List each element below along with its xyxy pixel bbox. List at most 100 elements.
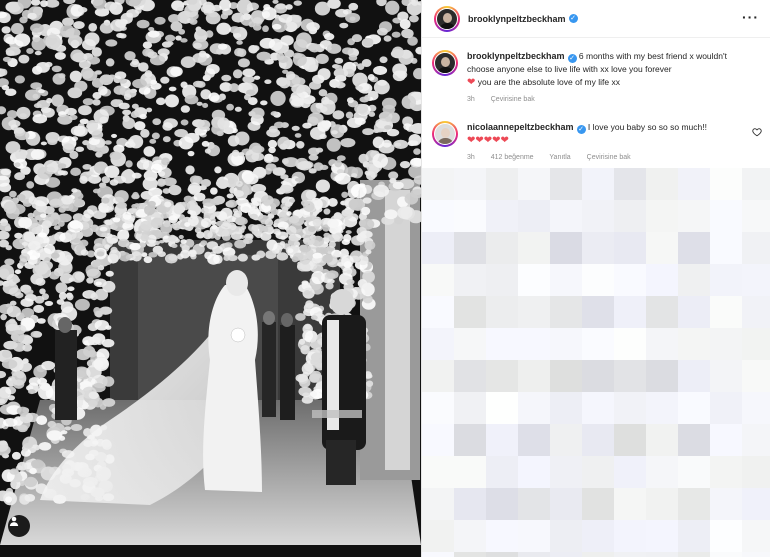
- blurred-cell: [422, 296, 454, 328]
- verified-badge-icon: ✓: [567, 54, 577, 63]
- blurred-cell: [678, 296, 710, 328]
- wedding-photo-image: [0, 0, 421, 557]
- blurred-cell: [454, 264, 486, 296]
- red-heart-icon: ❤: [467, 77, 476, 88]
- blurred-cell: [518, 232, 550, 264]
- blurred-cell: [582, 552, 614, 557]
- blurred-cell: [454, 392, 486, 424]
- blurred-cell: [422, 232, 454, 264]
- blurred-cell: [486, 424, 518, 456]
- blurred-cell: [742, 168, 770, 200]
- blurred-cell: [422, 328, 454, 360]
- blurred-cell: [678, 264, 710, 296]
- blurred-cell: [710, 552, 742, 557]
- blurred-cell: [678, 328, 710, 360]
- verified-badge-icon: ✓: [576, 125, 586, 134]
- blurred-cell: [454, 232, 486, 264]
- blurred-cell: [518, 168, 550, 200]
- blurred-cell: [486, 328, 518, 360]
- blurred-cell: [422, 264, 454, 296]
- blurred-cell: [454, 168, 486, 200]
- blurred-cell: [710, 392, 742, 424]
- caption-avatar[interactable]: [432, 50, 458, 76]
- blurred-cell: [486, 520, 518, 552]
- blurred-cell: [422, 520, 454, 552]
- blurred-cell: [486, 552, 518, 557]
- post-side-panel: brooklynpeltzbeckham ✓ ··· brooklynpeltz…: [421, 0, 770, 557]
- reply-likes-count[interactable]: 412 beğenme: [491, 154, 534, 161]
- blurred-cell: [646, 360, 678, 392]
- blurred-cell: [646, 232, 678, 264]
- blurred-cell: [550, 392, 582, 424]
- blurred-cell: [646, 200, 678, 232]
- blurred-cell: [742, 456, 770, 488]
- heart-outline-icon[interactable]: [752, 127, 762, 137]
- caption-username[interactable]: brooklynpeltzbeckham: [467, 51, 565, 61]
- blurred-cell: [486, 296, 518, 328]
- blurred-cell: [710, 360, 742, 392]
- reply-time[interactable]: 3h: [467, 154, 475, 161]
- blurred-cell: [582, 264, 614, 296]
- blurred-cell: [614, 360, 646, 392]
- blurred-cell: [582, 232, 614, 264]
- blurred-cell: [518, 264, 550, 296]
- blurred-cell: [614, 232, 646, 264]
- caption-time[interactable]: 3h: [467, 96, 475, 103]
- blurred-cell: [646, 168, 678, 200]
- blurred-cell: [550, 456, 582, 488]
- blurred-cell: [550, 424, 582, 456]
- blurred-cell: [742, 392, 770, 424]
- blurred-cell: [518, 424, 550, 456]
- blurred-cell: [582, 328, 614, 360]
- blurred-cell: [422, 168, 454, 200]
- blurred-cell: [742, 328, 770, 360]
- blurred-cell: [614, 264, 646, 296]
- blurred-cell: [454, 456, 486, 488]
- blurred-cell: [518, 520, 550, 552]
- blurred-cell: [518, 488, 550, 520]
- author-username[interactable]: brooklynpeltzbeckham: [468, 14, 566, 24]
- reply-username[interactable]: nicolaannepeltzbeckham: [467, 122, 574, 132]
- blurred-cell: [454, 488, 486, 520]
- blurred-cell: [518, 296, 550, 328]
- blurred-cell: [582, 424, 614, 456]
- author-avatar[interactable]: [434, 5, 460, 32]
- blurred-cell: [646, 264, 678, 296]
- blurred-cell: [550, 200, 582, 232]
- blurred-cell: [454, 200, 486, 232]
- post-header: brooklynpeltzbeckham ✓ ···: [422, 0, 770, 38]
- blurred-cell: [710, 200, 742, 232]
- blurred-cell: [486, 360, 518, 392]
- blurred-cell: [582, 200, 614, 232]
- blurred-cell: [518, 200, 550, 232]
- verified-badge-icon: ✓: [568, 14, 578, 23]
- blurred-cell: [422, 456, 454, 488]
- blurred-comments-area: [422, 168, 770, 557]
- blurred-cell: [422, 200, 454, 232]
- reply-avatar[interactable]: [432, 121, 458, 147]
- blurred-cell: [710, 328, 742, 360]
- blurred-cell: [518, 456, 550, 488]
- caption-translate-link[interactable]: Çevirisine bak: [491, 96, 535, 103]
- reply-text: I love you baby so so so much!!: [587, 122, 707, 132]
- blurred-cell: [742, 200, 770, 232]
- blurred-cell: [550, 168, 582, 200]
- blurred-cell: [646, 488, 678, 520]
- user-tag-button[interactable]: [8, 515, 30, 537]
- blurred-cell: [518, 360, 550, 392]
- reply-button[interactable]: Yanıtla: [549, 154, 570, 161]
- blurred-cell: [454, 296, 486, 328]
- caption-comment: brooklynpeltzbeckham ✓ 6 months with my b…: [432, 50, 762, 106]
- post-photo[interactable]: [0, 0, 421, 557]
- blurred-cell: [486, 232, 518, 264]
- reply-translate-link[interactable]: Çevirisine bak: [587, 154, 631, 161]
- reply-hearts: ❤❤❤❤❤: [467, 135, 509, 146]
- blurred-cell: [518, 328, 550, 360]
- blurred-cell: [710, 456, 742, 488]
- blurred-cell: [550, 552, 582, 557]
- more-options-icon[interactable]: ···: [742, 10, 759, 24]
- blurred-cell: [582, 392, 614, 424]
- blurred-cell: [614, 200, 646, 232]
- blurred-cell: [582, 168, 614, 200]
- blurred-cell: [678, 360, 710, 392]
